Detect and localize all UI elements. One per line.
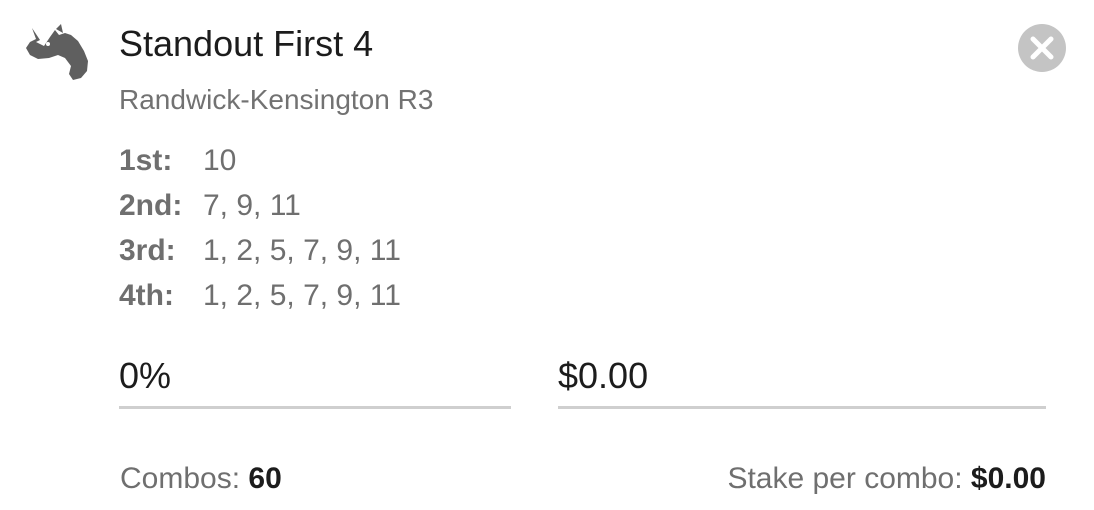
race-name: Randwick-Kensington R3 [119, 84, 434, 115]
stake-per-combo-label: Stake per combo: [727, 462, 963, 495]
position-label: 4th: [119, 279, 174, 312]
stake-per-combo-summary: Stake per combo: $0.00 [727, 460, 1046, 498]
combos-summary: Combos: 60 [120, 460, 282, 498]
position-label: 3rd: [119, 234, 176, 267]
percent-value: 0% [119, 355, 172, 396]
bet-title: Standout First 4 [119, 23, 374, 64]
runner-numbers: 7, 9, 11 [203, 189, 301, 222]
runner-numbers: 10 [203, 144, 237, 177]
stake-per-combo-value: $0.00 [970, 462, 1046, 495]
percent-input[interactable]: 0% [119, 346, 511, 409]
horse-head-icon [24, 24, 92, 84]
position-label: 1st: [119, 144, 173, 177]
combos-label: Combos: [120, 462, 241, 495]
close-button[interactable] [1018, 24, 1066, 72]
runner-numbers: 1, 2, 5, 7, 9, 11 [203, 279, 401, 312]
close-icon [1030, 36, 1054, 60]
stake-input[interactable]: $0.00 [558, 346, 1046, 409]
runner-numbers: 1, 2, 5, 7, 9, 11 [203, 234, 401, 267]
stake-value: $0.00 [558, 355, 649, 396]
position-label: 2nd: [119, 189, 183, 222]
combos-value: 60 [248, 462, 282, 495]
